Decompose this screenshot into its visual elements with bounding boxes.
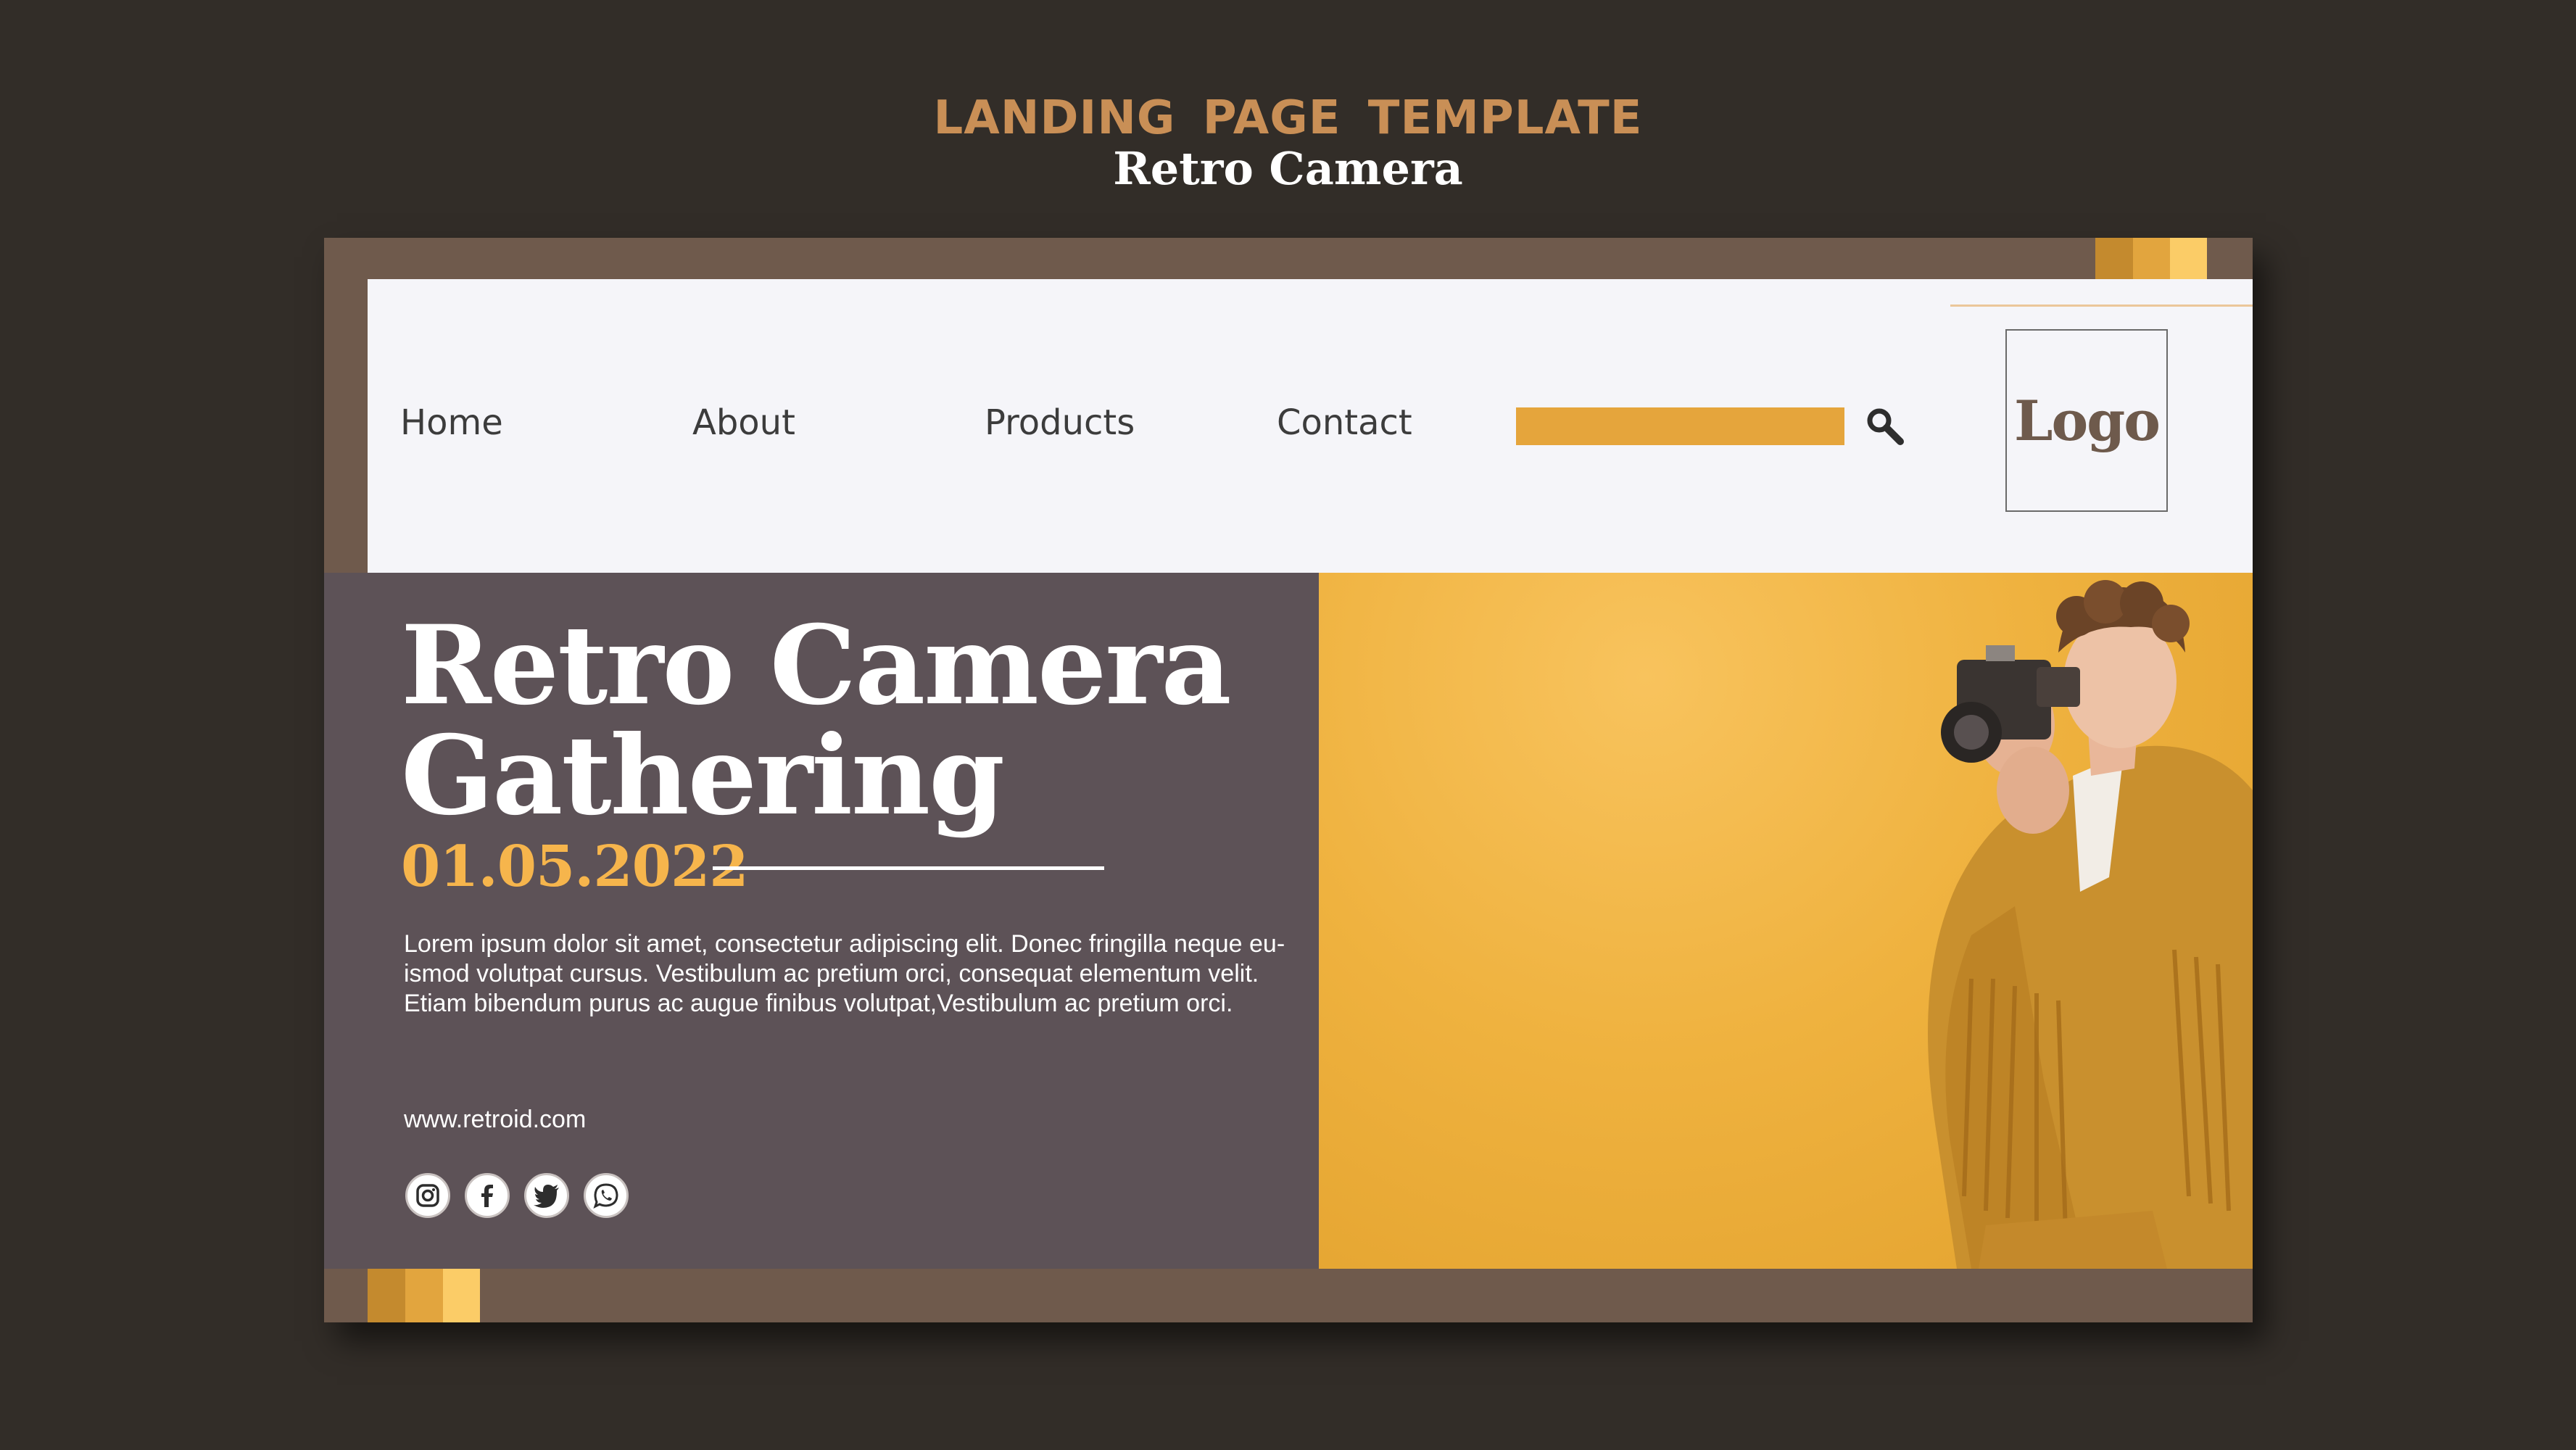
website-link[interactable]: www.retroid.com [404,1106,586,1134]
description-line: ismod volutpat cursus. Vestibulum ac pre… [404,960,1259,987]
hero-title: Retro Camera Gathering [401,610,1307,831]
color-swatch [2133,238,2170,279]
nav-home[interactable]: Home [400,402,503,443]
logo-text: Logo [2014,388,2161,453]
template-title: LANDING PAGE TEMPLATE [933,91,1643,145]
nav-contact[interactable]: Contact [1277,402,1412,443]
hero-image [1319,573,2253,1269]
color-swatch [2170,238,2207,279]
search-input[interactable] [1516,407,1844,445]
whatsapp-icon[interactable] [584,1173,629,1218]
template-subtitle: Retro Camera [1113,142,1463,195]
event-date: 01.05.2022 [401,834,748,900]
color-swatch [405,1269,443,1322]
color-swatch [443,1269,480,1322]
hero-description: Lorem ipsum dolor sit amet, consectetur … [404,929,1303,1019]
description-line: Etiam bibendum purus ac augue finibus vo… [404,990,1233,1017]
hero-photo-illustration [1928,580,2253,1269]
facebook-icon[interactable] [465,1173,510,1218]
logo[interactable]: Logo [2005,329,2168,512]
hero-title-line: Gathering [401,712,1005,840]
hero-title-line: Retro Camera [401,602,1232,729]
date-divider [713,866,1104,870]
instagram-icon[interactable] [405,1173,450,1218]
description-line: Lorem ipsum dolor sit amet, consectetur … [404,930,1285,958]
nav-products[interactable]: Products [985,402,1135,443]
color-swatch [2095,238,2133,279]
color-swatch [368,1269,405,1322]
nav-divider [1950,304,2253,307]
nav-about[interactable]: About [692,402,795,443]
search-icon[interactable] [1865,406,1905,447]
twitter-icon[interactable] [524,1173,569,1218]
